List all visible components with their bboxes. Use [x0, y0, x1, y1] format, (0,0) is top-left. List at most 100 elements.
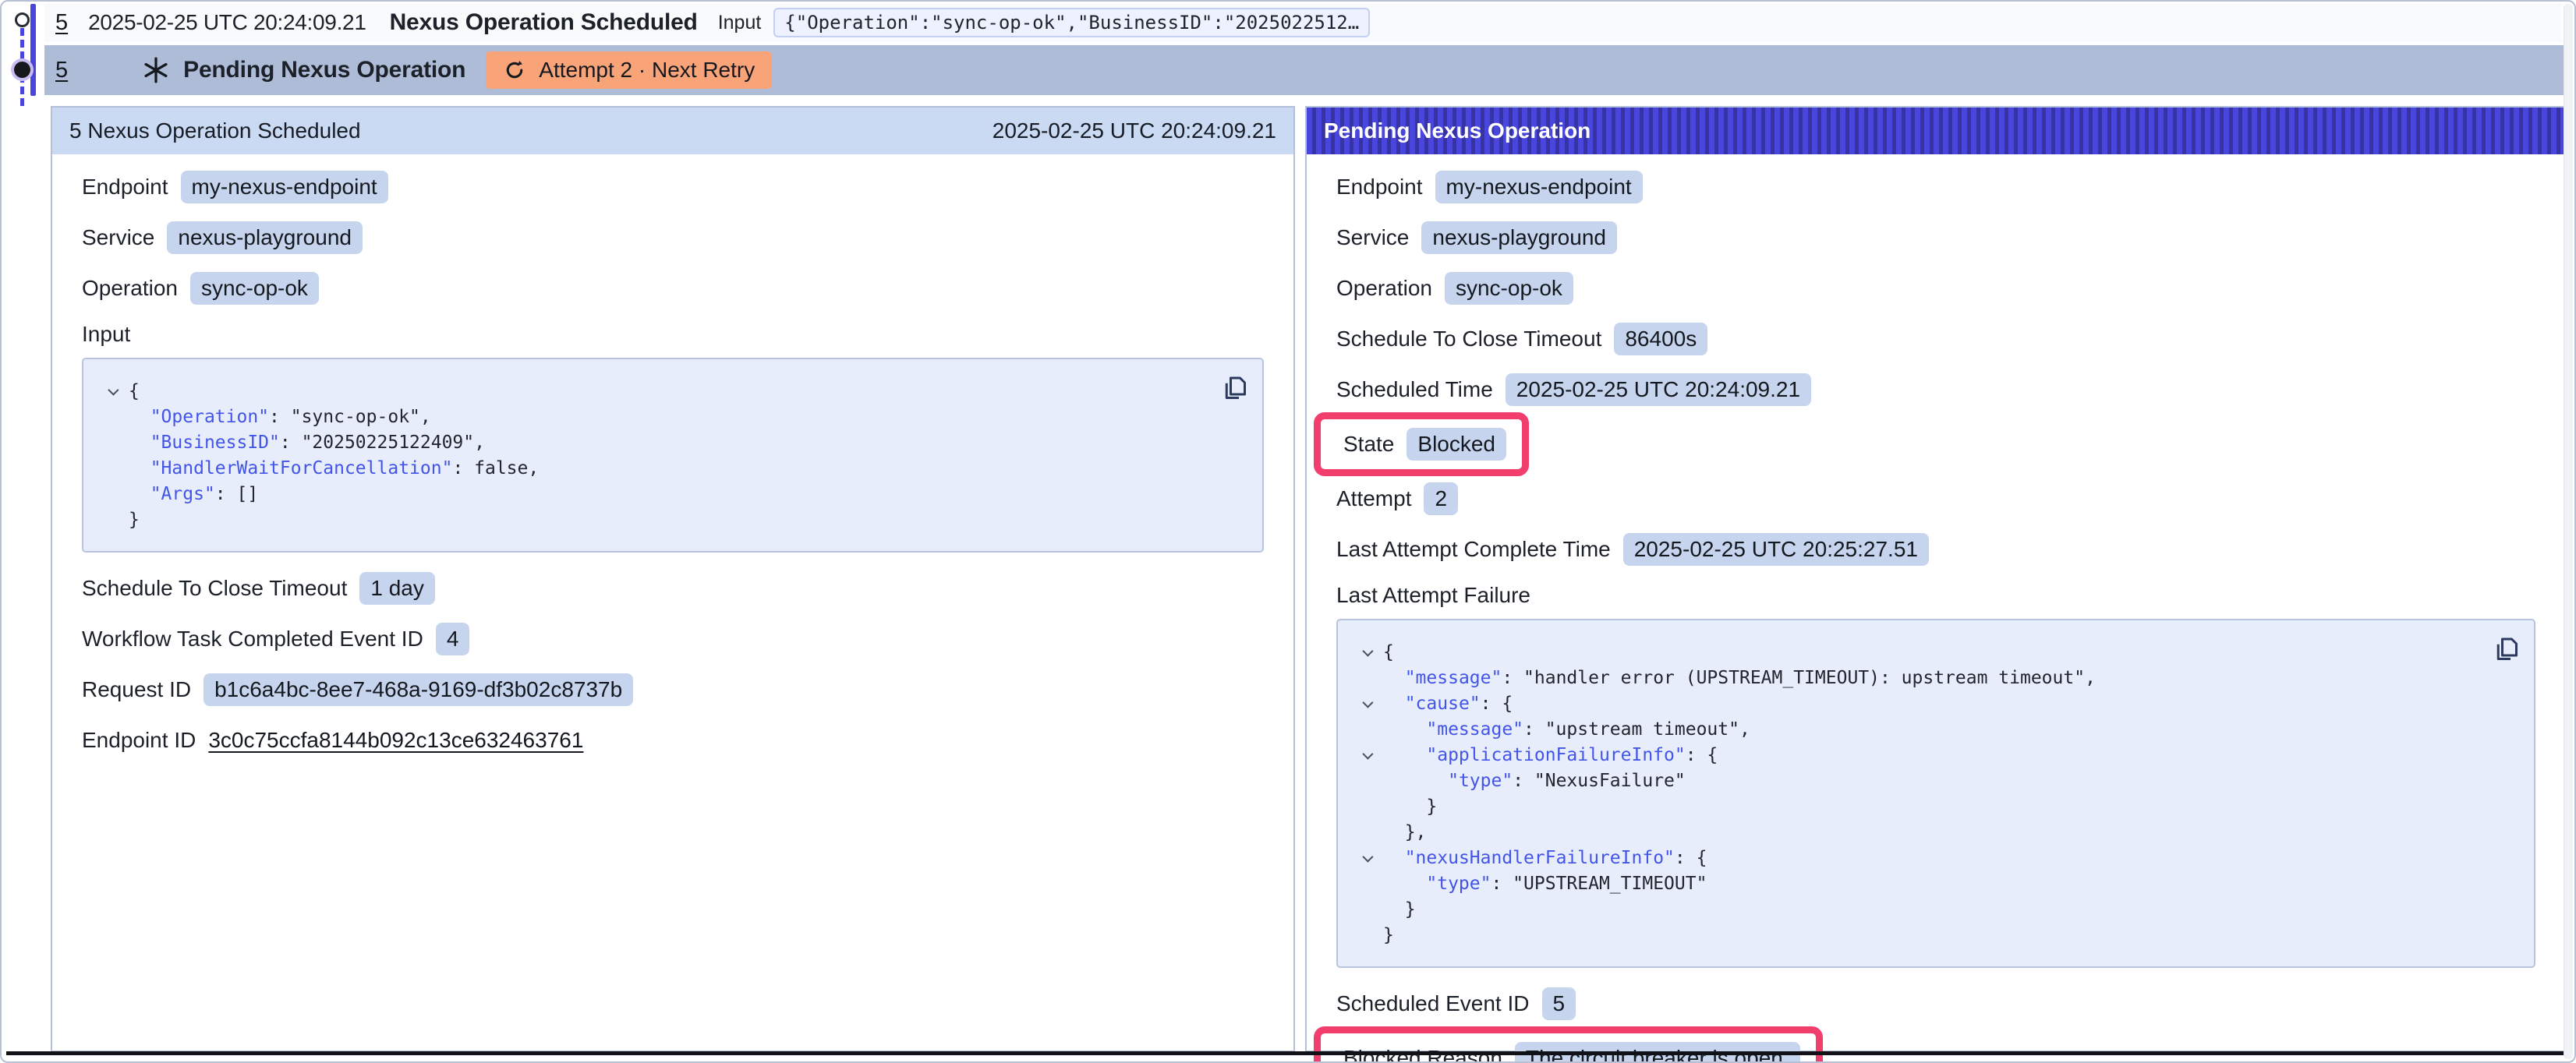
- code-text: "cause": {: [1383, 694, 1513, 714]
- field-label: Request ID: [82, 677, 191, 702]
- chevron-down-icon[interactable]: [1350, 700, 1383, 708]
- field-value-chip: sync-op-ok: [1445, 272, 1573, 305]
- field-label: Operation: [1336, 276, 1432, 301]
- scheduled-panel-body: Endpoint my-nexus-endpoint Service nexus-pl…: [52, 154, 1293, 758]
- code-line: {: [96, 378, 1208, 404]
- detail-field-row: State Blocked: [1336, 423, 2535, 465]
- field-label: Operation: [82, 276, 178, 301]
- timeline-open-circle-icon: [15, 12, 30, 27]
- code-text: "type": "UPSTREAM_TIMEOUT": [1383, 874, 1707, 894]
- chevron-down-icon[interactable]: [1350, 854, 1383, 862]
- field-label: Schedule To Close Timeout: [1336, 327, 1601, 351]
- code-text: "HandlerWaitForCancellation": false,: [129, 458, 539, 479]
- json-code-block: { "Operation": "sync-op-ok", "BusinessID…: [82, 358, 1264, 553]
- event-title: Nexus Operation Scheduled: [390, 9, 698, 36]
- pending-panel-title: Pending Nexus Operation: [1324, 118, 1591, 143]
- code-text: "BusinessID": "20250225122409",: [129, 433, 485, 453]
- code-block-label: Last Attempt Failure: [1336, 583, 2535, 608]
- field-label: Endpoint: [82, 175, 168, 200]
- code-line: },: [1350, 819, 2479, 845]
- field-value-link[interactable]: 3c0c75ccfa8144b092c13ce632463761: [208, 728, 583, 753]
- code-text: },: [1383, 822, 1426, 842]
- pending-panel-body: Endpoint my-nexus-endpoint Servicenexus-pl…: [1307, 154, 2565, 1063]
- code-line: {: [1350, 639, 2479, 665]
- code-line: "message": "handler error (UPSTREAM_TIME…: [1350, 665, 2479, 690]
- annotation-highlight-box: Blocked ReasonThe circuit breaker is ope…: [1314, 1026, 1823, 1063]
- code-line: "cause": {: [1350, 690, 2479, 716]
- code-line: "applicationFailureInfo": {: [1350, 742, 2479, 768]
- event-id-link[interactable]: 5: [55, 10, 68, 36]
- pending-panel-header: Pending Nexus Operation: [1307, 108, 2565, 154]
- code-line: "type": "UPSTREAM_TIMEOUT": [1350, 871, 2479, 896]
- field-value-chip: nexus-playground: [167, 221, 363, 254]
- field-value-chip: 2025-02-25 UTC 20:24:09.21: [1506, 373, 1811, 406]
- field-label: Schedule To Close Timeout: [82, 576, 347, 601]
- details-bottom-divider: [6, 1051, 2570, 1055]
- field-value-chip: nexus-playground: [1421, 221, 1617, 254]
- code-line: }: [96, 507, 1208, 532]
- field-value-chip: sync-op-ok: [190, 272, 319, 305]
- detail-field-row: Servicenexus-playground: [1336, 221, 2535, 255]
- detail-field-row: Operation sync-op-ok: [1336, 271, 2535, 305]
- field-label: Endpoint ID: [82, 728, 196, 753]
- detail-field-row: Endpoint my-nexus-endpoint: [82, 170, 1264, 204]
- detail-field-row: Service nexus-playground: [82, 221, 1264, 255]
- event-history-detail-view: 5 2025-02-25 UTC 20:24:09.21 Nexus Opera…: [0, 0, 2576, 1063]
- field-value-chip: 1 day: [359, 572, 435, 605]
- field-value-chip: b1c6a4bc-8ee7-468a-9169-df3b02c8737b: [203, 673, 633, 706]
- event-row-pending-nexus-operation[interactable]: 5 Pending Nexus Operation Attempt 2 · Ne…: [44, 45, 2567, 95]
- field-value-chip: 4: [436, 623, 470, 655]
- code-line: }: [1350, 922, 2479, 948]
- detail-field-row: Scheduled Time2025-02-25 UTC 20:24:09.21: [1336, 373, 2535, 407]
- chevron-down-icon[interactable]: [1350, 751, 1383, 759]
- event-id-link[interactable]: 5: [55, 58, 68, 83]
- copy-icon[interactable]: [1220, 373, 1248, 401]
- chevron-down-icon[interactable]: [1350, 648, 1383, 656]
- detail-field-row: Scheduled Event ID5: [1336, 987, 2535, 1021]
- code-text: "message": "handler error (UPSTREAM_TIME…: [1383, 668, 2096, 688]
- code-text: {: [129, 381, 140, 401]
- code-text: }: [1383, 796, 1437, 817]
- event-row-nexus-operation-scheduled[interactable]: 5 2025-02-25 UTC 20:24:09.21 Nexus Opera…: [44, 3, 2562, 42]
- pending-operation-detail-panel: Pending Nexus Operation Endpoint my-nexus…: [1305, 106, 2567, 1052]
- scheduled-event-detail-panel: 5 Nexus Operation Scheduled 2025-02-25 U…: [51, 106, 1295, 1052]
- retry-badge-label: Attempt 2 · Next Retry: [539, 58, 755, 83]
- code-line: "type": "NexusFailure": [1350, 768, 2479, 793]
- field-value-chip: Blocked: [1407, 428, 1506, 461]
- code-text: "message": "upstream timeout",: [1383, 719, 1750, 740]
- detail-field-row: Endpoint my-nexus-endpoint: [1336, 170, 2535, 204]
- scheduled-panel-timestamp: 2025-02-25 UTC 20:24:09.21: [993, 118, 1276, 143]
- code-line: }: [1350, 793, 2479, 819]
- input-label: Input: [718, 12, 762, 34]
- annotation-highlight-box: State Blocked: [1314, 412, 1529, 476]
- input-preview-chip[interactable]: {"Operation":"sync-op-ok","BusinessID":"…: [773, 8, 1370, 37]
- field-value-chip: my-nexus-endpoint: [181, 171, 388, 203]
- field-value-chip: my-nexus-endpoint: [1435, 171, 1643, 203]
- code-text: "applicationFailureInfo": {: [1383, 745, 1718, 765]
- retry-attempt-badge: Attempt 2 · Next Retry: [486, 51, 772, 89]
- code-text: }: [1383, 925, 1394, 945]
- field-value-chip: 86400s: [1614, 323, 1707, 355]
- code-line: "nexusHandlerFailureInfo": {: [1350, 845, 2479, 871]
- field-label: Last Attempt Complete Time: [1336, 537, 1611, 562]
- detail-field-row: Endpoint ID 3c0c75ccfa8144b092c13ce632463…: [82, 723, 1264, 758]
- code-text: "type": "NexusFailure": [1383, 771, 1686, 791]
- scheduled-panel-title: 5 Nexus Operation Scheduled: [69, 118, 361, 143]
- code-block-label: Input: [82, 322, 1264, 347]
- vertical-scrollbar[interactable]: [2564, 4, 2573, 1059]
- detail-field-row: Workflow Task Completed Event ID 4: [82, 622, 1264, 656]
- field-label: Endpoint: [1336, 175, 1423, 200]
- code-text: {: [1383, 642, 1394, 662]
- detail-field-row: Schedule To Close Timeout 1 day: [82, 571, 1264, 606]
- copy-icon[interactable]: [2492, 634, 2520, 662]
- selected-event-indicator: [30, 4, 36, 96]
- retry-icon: [503, 58, 526, 82]
- code-line: "HandlerWaitForCancellation": false,: [96, 455, 1208, 481]
- chevron-down-icon[interactable]: [96, 387, 129, 395]
- field-label: Attempt: [1336, 486, 1411, 511]
- field-label: Service: [82, 225, 154, 250]
- field-label: State: [1343, 432, 1394, 457]
- code-text: "nexusHandlerFailureInfo": {: [1383, 848, 1707, 868]
- pending-event-title: Pending Nexus Operation: [183, 57, 465, 83]
- field-label: Workflow Task Completed Event ID: [82, 627, 423, 652]
